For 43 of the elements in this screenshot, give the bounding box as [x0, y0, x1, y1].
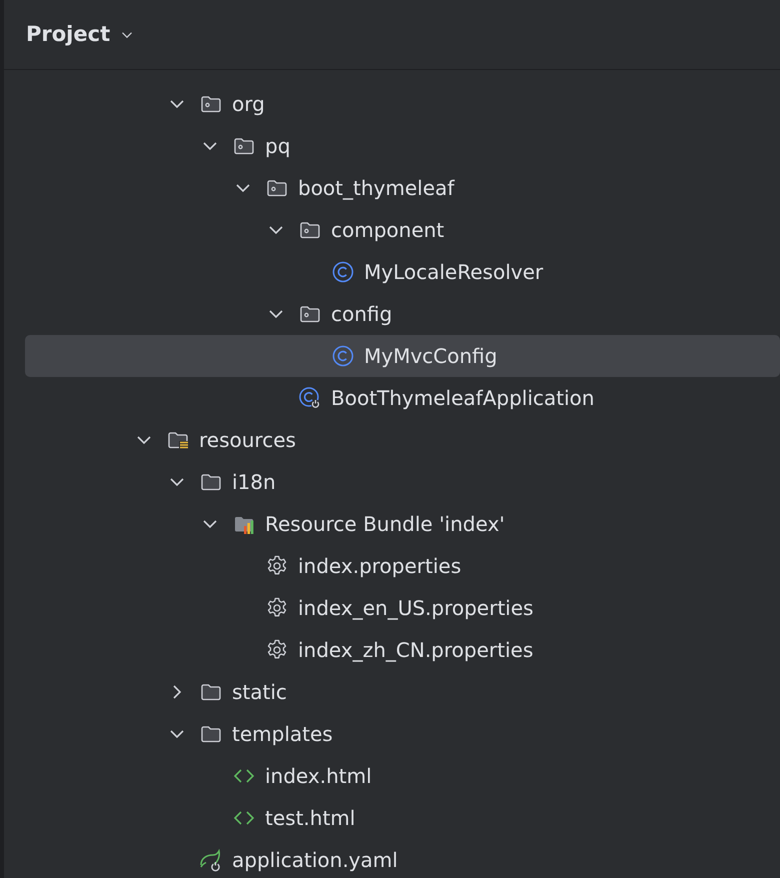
tree-row[interactable]: index_zh_CN.properties — [25, 629, 780, 671]
tree-item-label[interactable]: index_zh_CN.properties — [298, 635, 534, 665]
tree-row[interactable]: test.html — [25, 797, 780, 839]
tree-row[interactable]: org — [25, 83, 780, 125]
class-icon — [331, 260, 355, 284]
selected-tree-row[interactable]: MyMvcConfig — [25, 335, 780, 377]
tree-row[interactable]: templates — [25, 713, 780, 755]
tree-item-label[interactable]: MyMvcConfig — [364, 341, 498, 371]
tree-item-label[interactable]: boot_thymeleaf — [298, 173, 454, 203]
tree-item-label[interactable]: pq — [265, 131, 290, 161]
tree-row[interactable]: Resource Bundle 'index' — [25, 503, 780, 545]
tree-row[interactable]: static — [25, 671, 780, 713]
tree-item-label[interactable]: index_en_US.properties — [298, 593, 534, 623]
tree-item-label[interactable]: Resource Bundle 'index' — [265, 509, 505, 539]
tree-item-label[interactable]: templates — [232, 719, 333, 749]
tree-row[interactable]: MyLocaleResolver — [25, 251, 780, 293]
tree-row[interactable]: config — [25, 293, 780, 335]
spring-class-icon — [298, 386, 322, 410]
class-icon — [331, 344, 355, 368]
tree-row[interactable]: i18n — [25, 461, 780, 503]
tree-item-label[interactable]: org — [232, 89, 265, 119]
tree-row[interactable]: application.yaml — [25, 839, 780, 878]
panel-title[interactable]: Project — [26, 18, 110, 50]
tree-item-label[interactable]: config — [331, 299, 392, 329]
tree-item-label[interactable]: index.html — [265, 761, 372, 791]
tree-item-label[interactable]: BootThymeleafApplication — [331, 383, 594, 413]
tree-item-label[interactable]: MyLocaleResolver — [364, 257, 544, 287]
tree-row[interactable]: index_en_US.properties — [25, 587, 780, 629]
tree-item-label[interactable]: application.yaml — [232, 845, 398, 875]
tree-row[interactable]: pq — [25, 125, 780, 167]
tree-row[interactable]: index.properties — [25, 545, 780, 587]
tree-item-label[interactable]: resources — [199, 425, 296, 455]
tree-row[interactable]: index.html — [25, 755, 780, 797]
tree-item-label[interactable]: index.properties — [298, 551, 462, 581]
spring-leaf-icon — [199, 848, 223, 872]
tree-row[interactable]: BootThymeleafApplication — [25, 377, 780, 419]
tree-item-label[interactable]: i18n — [232, 467, 276, 497]
tree-item-label[interactable]: component — [331, 215, 444, 245]
tree-row[interactable]: component — [25, 209, 780, 251]
tree-row[interactable]: boot_thymeleaf — [25, 167, 780, 209]
tree-item-label[interactable]: static — [232, 677, 287, 707]
tree-item-label[interactable]: test.html — [265, 803, 356, 833]
tree-row[interactable]: resources — [25, 419, 780, 461]
